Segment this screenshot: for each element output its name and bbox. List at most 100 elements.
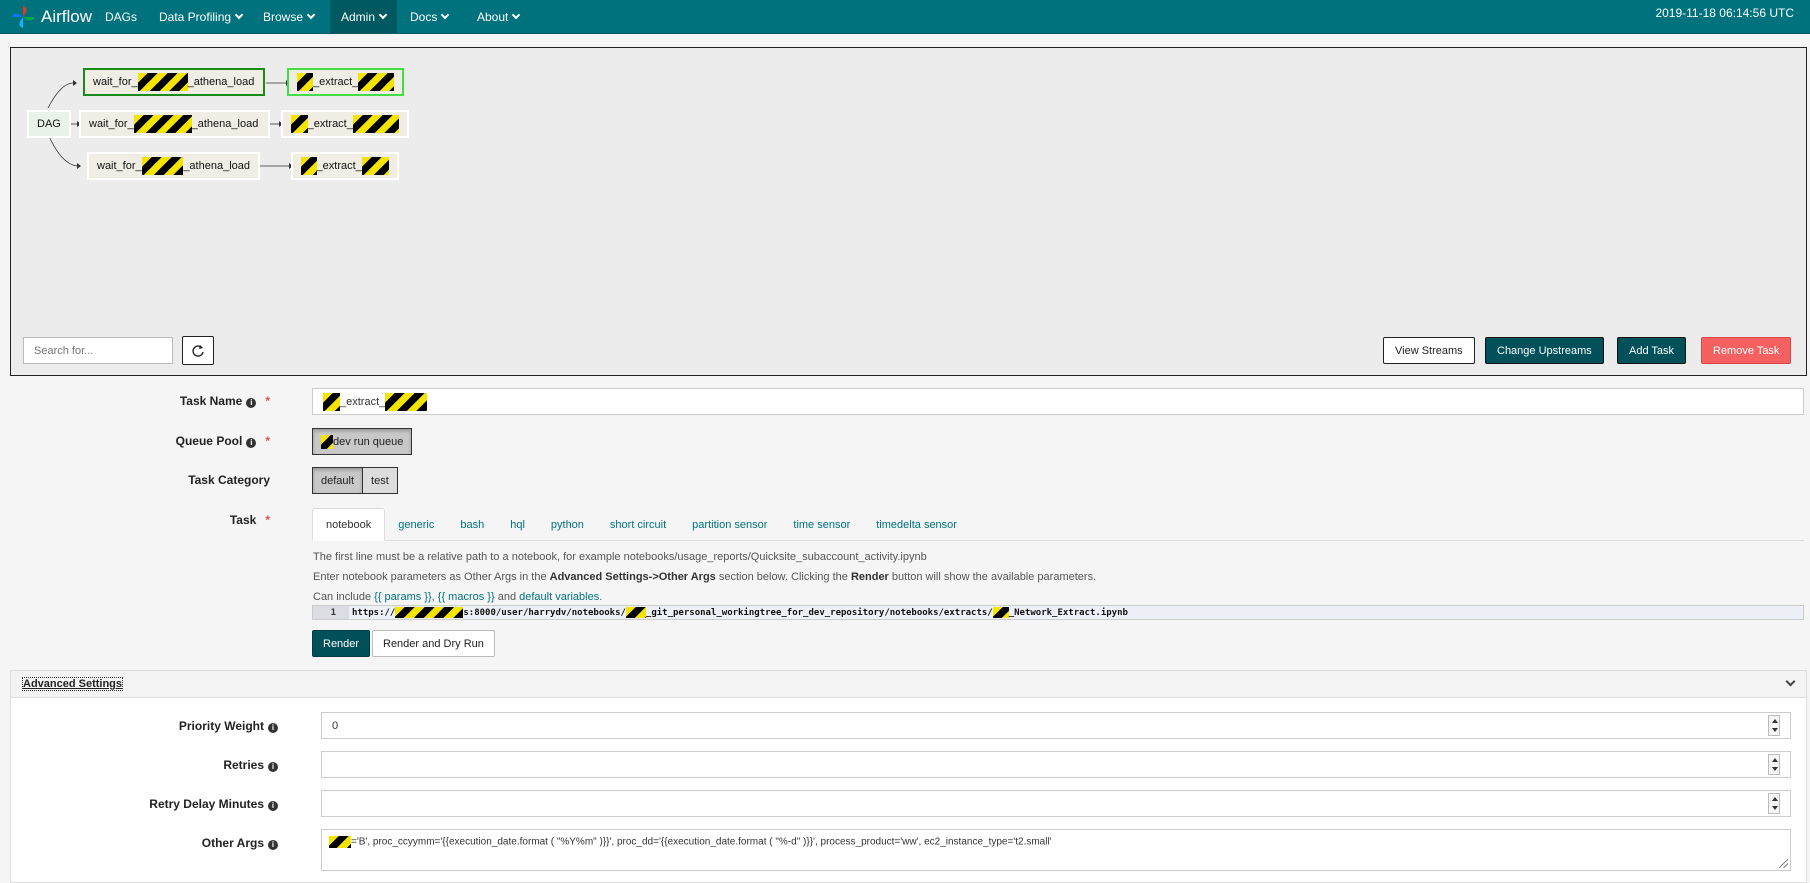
render-dry-run-button[interactable]: Render and Dry Run [372,630,495,657]
default-variables-link[interactable]: default variables [519,591,599,603]
advanced-settings-title[interactable]: Advanced Settings [21,677,124,691]
add-task-button[interactable]: Add Task [1617,337,1687,364]
refresh-icon [192,344,204,357]
retries-label: Retries i [8,758,278,772]
number-spinner[interactable] [1768,793,1780,814]
task-label: Task * [0,513,270,527]
info-icon[interactable]: i [268,840,278,850]
task-node-wait-3[interactable]: wait_for_ _athena_load [87,152,260,180]
priority-weight-input[interactable]: 0 [321,712,1791,739]
queue-pool-option[interactable]: dev run queue [312,428,413,455]
node-text: _extract_ [316,160,362,172]
node-text: wait_for_ [97,160,142,172]
label-text: Queue Pool [175,434,243,448]
tab-short-circuit[interactable]: short circuit [597,508,679,541]
remove-task-button[interactable]: Remove Task [1701,337,1792,364]
view-streams-button[interactable]: View Streams [1383,337,1475,364]
help-bold: Advanced Settings->Other Args [549,571,716,583]
chevron-down-icon[interactable] [1785,676,1796,687]
redacted-block [385,392,428,411]
redacted-block [137,73,188,91]
redacted-block [141,157,184,175]
code-text: _git_personal_workingtree_for_dev_reposi… [645,608,993,618]
dag-root-label: DAG [37,118,61,130]
label-text: Other Args [201,836,264,850]
help-bold: Render [850,571,889,583]
dag-graph-panel: DAG wait_for_ _athena_load _extract_ wait… [10,47,1807,376]
tab-notebook[interactable]: notebook [312,508,386,541]
label-text: Task Name [179,394,243,408]
line-number: 1 [313,606,349,619]
notebook-path-editor[interactable]: 1 https:// s:8000/user/harrydv/notebooks/… [312,605,1804,620]
nav-browse-label: Browse [263,10,304,24]
redacted-block [321,434,333,449]
retries-input[interactable] [321,751,1791,778]
nav-about[interactable]: About [466,0,530,34]
redacted-block [323,392,340,411]
number-spinner[interactable] [1768,715,1780,736]
priority-weight-label: Priority Weight i [8,719,278,733]
help-text: Can include [313,591,375,603]
tab-timedelta-sensor[interactable]: timedelta sensor [863,508,970,541]
info-icon[interactable]: i [268,801,278,811]
task-node-extract-3[interactable]: _extract_ [291,152,399,180]
category-option-test[interactable]: test [363,467,398,494]
nav-docs-label: Docs [410,10,438,24]
info-icon[interactable]: i [268,762,278,772]
dag-root-node[interactable]: DAG [27,110,71,138]
help-text: Enter notebook parameters as Other Args … [313,571,550,583]
task-node-extract-2[interactable]: _extract_ [281,110,409,138]
nav-admin[interactable]: Admin [330,0,398,34]
resize-handle[interactable] [1779,859,1788,868]
input-value: 0 [332,719,339,732]
chevron-down-icon [378,10,388,20]
required-marker: * [265,513,270,527]
chevron-down-icon [306,10,316,20]
brand[interactable]: Airflow [10,4,92,30]
advanced-settings-header[interactable]: Advanced Settings [11,671,1806,698]
graph-search-input[interactable] [23,337,173,364]
nav-dags[interactable]: DAGs [94,0,148,34]
task-name-input[interactable]: _extract_ [312,388,1804,415]
task-node-wait-1[interactable]: wait_for_ _athena_load [83,68,265,96]
task-node-extract-1[interactable]: _extract_ [287,68,404,96]
change-upstreams-button[interactable]: Change Upstreams [1485,337,1604,364]
redacted-block [301,157,317,175]
tab-generic[interactable]: generic [385,508,447,541]
refresh-button[interactable] [182,336,214,365]
chevron-down-icon [512,10,521,20]
tab-partition-sensor[interactable]: partition sensor [679,508,780,541]
tab-bash[interactable]: bash [447,508,497,541]
redacted-block [291,115,308,133]
help-text: section below. Clicking the [715,571,851,583]
tab-time-sensor[interactable]: time sensor [780,508,863,541]
info-icon[interactable]: i [268,723,278,733]
nav-data-profiling[interactable]: Data Profiling [148,0,253,34]
code-line[interactable]: https:// s:8000/user/harrydv/notebooks/ _g… [349,607,1128,618]
params-link[interactable]: {{ params }} [374,591,432,603]
macros-link[interactable]: {{ macros }} [438,591,495,603]
info-icon[interactable]: i [246,398,257,408]
node-text: wait_for_ [93,76,138,88]
other-args-label: Other Args i [8,836,278,850]
nav-browse[interactable]: Browse [252,0,325,34]
info-icon[interactable]: i [246,438,257,448]
option-text: dev run queue [333,435,404,448]
tab-python[interactable]: python [538,508,597,541]
tab-hql[interactable]: hql [497,508,538,541]
retry-delay-input[interactable] [321,790,1791,817]
category-option-default[interactable]: default [312,467,364,494]
nav-data-profiling-label: Data Profiling [159,10,232,24]
other-args-textarea[interactable]: ='B', proc_ccyymm='{{execution_date.form… [321,829,1791,871]
nav-docs[interactable]: Docs [399,0,459,34]
node-text: _athena_load [183,160,250,172]
task-category-label: Task Category [0,473,270,487]
label-text: Task [229,513,257,527]
redacted-block [395,607,464,618]
task-node-wait-2[interactable]: wait_for_ _athena_load [79,110,270,138]
number-spinner[interactable] [1768,754,1780,775]
help-line-1: The first line must be a relative path t… [313,551,927,563]
render-button[interactable]: Render [312,630,371,657]
airflow-pinwheel-icon [12,6,34,28]
help-text: button will show the available parameter… [888,571,1097,583]
